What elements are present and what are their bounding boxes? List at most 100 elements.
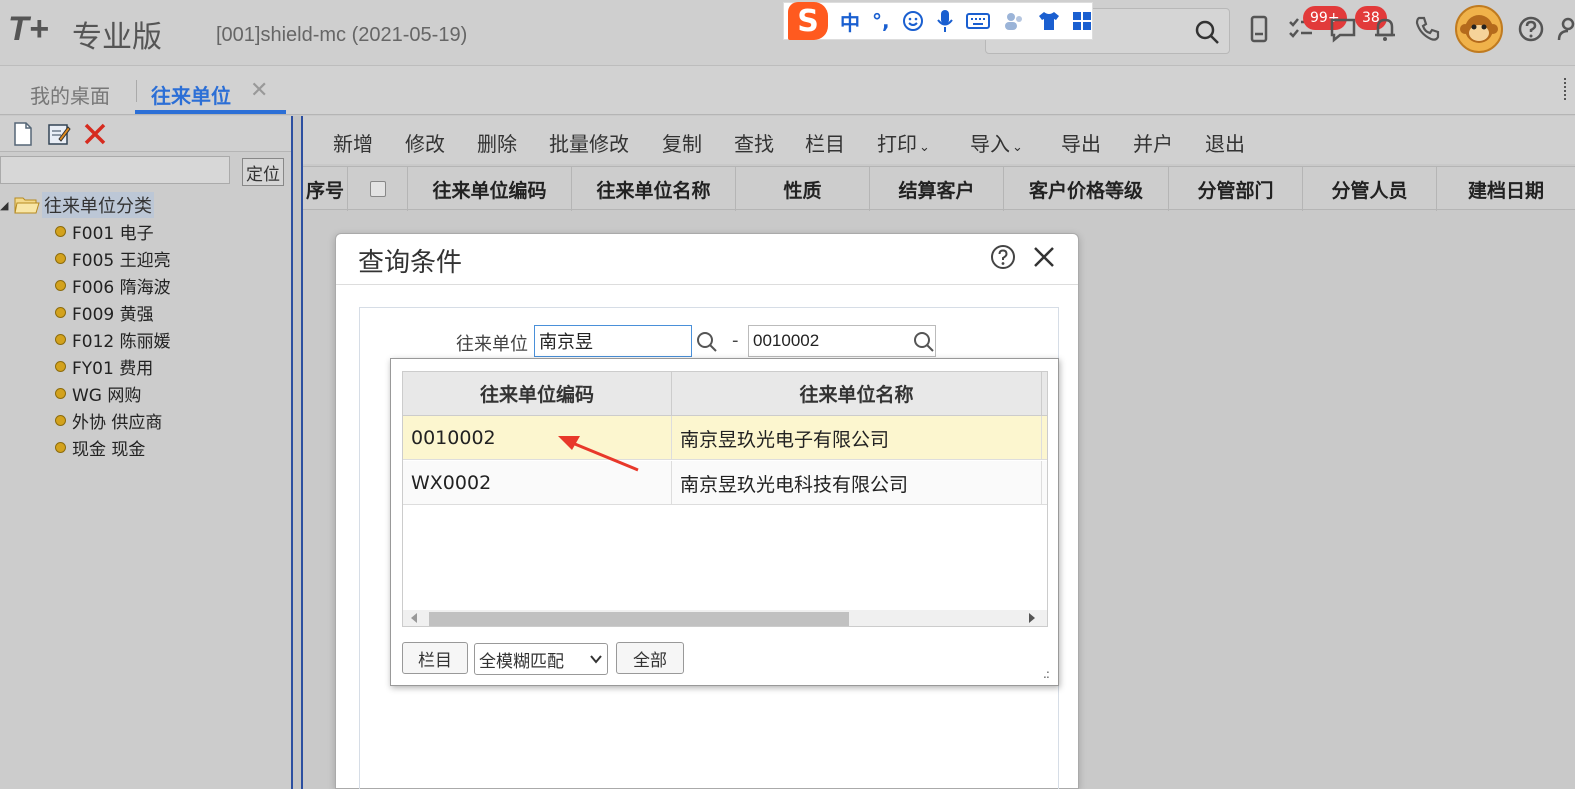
chevron-down-icon: ⌄ — [1012, 140, 1023, 155]
user-group-icon[interactable] — [1002, 10, 1026, 32]
tree-item[interactable]: F009 黄强 — [55, 300, 154, 325]
tree-item[interactable]: 现金 现金 — [55, 435, 145, 460]
import-button[interactable]: 导入 ⌄ — [970, 128, 1023, 157]
row-name: 南京昱玖光电子有限公司 — [672, 416, 1042, 460]
col-header-nature[interactable]: 性质 — [736, 167, 870, 211]
user-icon[interactable] — [1556, 14, 1575, 44]
folder-open-icon — [14, 197, 40, 214]
col-header-department[interactable]: 分管部门 — [1169, 167, 1303, 211]
table-row[interactable]: 0010002 南京昱玖光电子有限公司 — [403, 416, 1047, 460]
locate-button[interactable]: 定位 — [242, 158, 284, 186]
col-header-settlement[interactable]: 结算客户 — [870, 167, 1004, 211]
panel-splitter[interactable] — [291, 116, 303, 789]
tree-item[interactable]: FY01 费用 — [55, 354, 153, 379]
search-icon[interactable] — [695, 330, 719, 354]
node-dot-icon — [55, 280, 66, 291]
dd-col-header-name: 往来单位名称 — [672, 372, 1042, 416]
node-dot-icon — [55, 442, 66, 453]
help-icon[interactable] — [1516, 14, 1546, 44]
node-dot-icon — [55, 361, 66, 372]
node-dot-icon — [55, 334, 66, 345]
copy-button[interactable]: 复制 — [662, 128, 702, 157]
edit-button[interactable]: 修改 — [405, 128, 445, 157]
node-dot-icon — [55, 388, 66, 399]
unit-suggestion-dropdown: 往来单位编码 往来单位名称 0010002 南京昱玖光电子有限公司 WX0002… — [390, 358, 1059, 686]
dd-col-header-code: 往来单位编码 — [403, 372, 672, 416]
tree-item[interactable]: 外协 供应商 — [55, 408, 162, 433]
grid-header: 序号 往来单位编码 往来单位名称 性质 结算客户 客户价格等级 分管部门 分管人… — [303, 166, 1575, 211]
emoji-icon[interactable] — [902, 10, 924, 32]
col-header-name[interactable]: 往来单位名称 — [572, 167, 736, 211]
ime-toolbar: S 中 °, — [783, 2, 1093, 40]
tree-toolbar — [0, 116, 291, 152]
columns-button[interactable]: 栏目 — [805, 128, 845, 157]
close-icon[interactable] — [1031, 244, 1057, 270]
tree-search-input[interactable] — [0, 156, 230, 184]
grid-menu-icon[interactable] — [1072, 11, 1092, 31]
delete-icon[interactable] — [82, 121, 108, 147]
select-all-checkbox[interactable] — [369, 181, 386, 197]
dd-col-header-extra — [1042, 372, 1047, 416]
suggestion-table: 往来单位编码 往来单位名称 0010002 南京昱玖光电子有限公司 WX0002… — [402, 371, 1048, 627]
unit-from-input[interactable] — [534, 325, 692, 357]
sogou-ime-icon[interactable]: S — [788, 2, 828, 40]
node-dot-icon — [55, 253, 66, 264]
scrollbar-thumb[interactable] — [429, 612, 849, 626]
chevron-down-icon: ⌄ — [919, 140, 930, 155]
scroll-left-arrow-icon[interactable] — [411, 613, 417, 623]
unit-to-input[interactable] — [748, 325, 936, 357]
skin-shirt-icon[interactable] — [1038, 10, 1060, 32]
tree-item[interactable]: F001 电子 — [55, 219, 154, 244]
tree-item[interactable]: F005 王迎亮 — [55, 246, 171, 271]
phone-icon[interactable] — [1412, 14, 1442, 44]
message-icon[interactable] — [1328, 14, 1358, 44]
col-header-index[interactable]: 序号 — [303, 167, 348, 211]
tab-my-desktop[interactable]: 我的桌面 — [30, 80, 110, 109]
col-header-staff[interactable]: 分管人员 — [1303, 167, 1437, 211]
keyboard-icon[interactable] — [965, 12, 990, 30]
ime-punct-toggle[interactable]: °, — [872, 9, 890, 33]
new-document-icon[interactable] — [10, 121, 36, 147]
microphone-icon[interactable] — [936, 9, 954, 33]
search-icon[interactable] — [912, 330, 936, 354]
col-header-price-level[interactable]: 客户价格等级 — [1004, 167, 1169, 211]
help-icon[interactable] — [990, 244, 1016, 270]
dd-columns-button[interactable]: 栏目 — [402, 642, 468, 674]
delete-button[interactable]: 删除 — [477, 128, 517, 157]
main-toolbar: 新增 修改 删除 批量修改 复制 查找 栏目 打印 ⌄ 导入 ⌄ 导出 并户 退出 — [303, 116, 1575, 164]
device-icon[interactable] — [1244, 14, 1274, 44]
horizontal-scrollbar[interactable] — [403, 610, 1047, 626]
col-header-created-date[interactable]: 建档日期 — [1437, 167, 1575, 211]
tab-business-units[interactable]: 往来单位 — [151, 80, 231, 109]
edit-document-icon[interactable] — [46, 121, 72, 147]
print-button[interactable]: 打印 ⌄ — [877, 128, 930, 157]
export-button[interactable]: 导出 — [1061, 128, 1101, 157]
ime-lang-toggle[interactable]: 中 — [840, 7, 860, 36]
account-info: [001]shield-mc (2021-05-19) — [216, 24, 468, 46]
tab-overflow-icon[interactable] — [1564, 78, 1568, 100]
condition-label: 往来单位 — [456, 334, 528, 355]
tree-root-node[interactable]: ◢ 往来单位分类 — [0, 192, 154, 218]
batch-edit-button[interactable]: 批量修改 — [549, 128, 629, 157]
add-button[interactable]: 新增 — [333, 128, 373, 157]
tab-close-icon[interactable]: ✕ — [250, 78, 268, 103]
resize-grip-icon[interactable]: .: — [1043, 667, 1050, 681]
tree-item[interactable]: WG 网购 — [55, 381, 141, 406]
node-dot-icon — [55, 415, 66, 426]
collapse-arrow-icon[interactable]: ◢ — [0, 199, 14, 212]
tree-item[interactable]: F012 陈丽媛 — [55, 327, 171, 352]
merge-button[interactable]: 并户 — [1133, 128, 1173, 157]
range-dash: - — [732, 330, 739, 351]
find-button[interactable]: 查找 — [734, 128, 774, 157]
bell-icon[interactable] — [1370, 14, 1400, 44]
scroll-right-arrow-icon[interactable] — [1029, 613, 1035, 623]
tree-item[interactable]: F006 隋海波 — [55, 273, 171, 298]
user-avatar[interactable] — [1455, 5, 1503, 53]
table-row[interactable]: WX0002 南京昱玖光电科技有限公司 — [403, 461, 1047, 505]
col-header-select-all[interactable] — [348, 167, 408, 211]
exit-button[interactable]: 退出 — [1205, 128, 1245, 157]
dd-all-button[interactable]: 全部 — [616, 642, 684, 674]
col-header-code[interactable]: 往来单位编码 — [408, 167, 572, 211]
search-icon[interactable] — [1194, 19, 1220, 45]
match-mode-select[interactable]: 全模糊匹配 — [474, 643, 608, 675]
